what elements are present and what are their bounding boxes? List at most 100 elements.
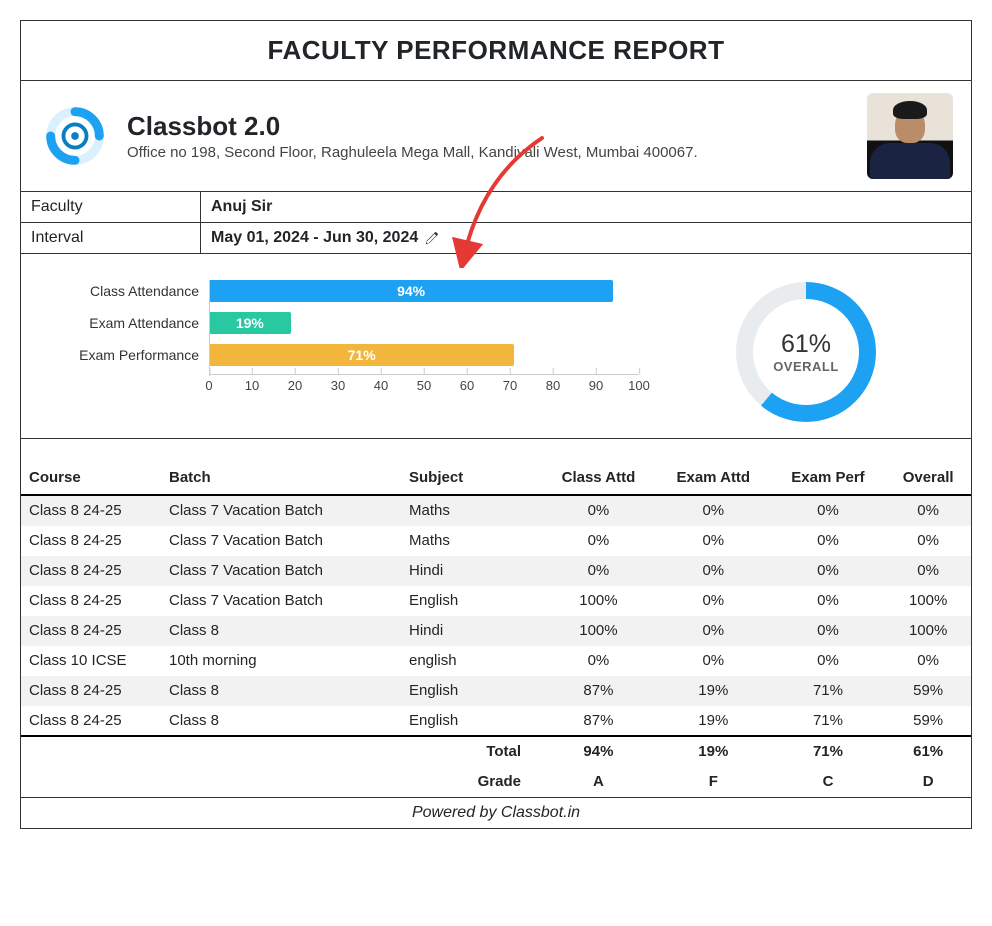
cell-class_attd: 0%	[541, 526, 656, 556]
axis-tick: 60	[460, 374, 474, 393]
cell-overall: 59%	[885, 676, 971, 706]
report-footer: Powered by Classbot.in	[21, 797, 971, 828]
faculty-avatar	[867, 93, 953, 179]
grade-exam-perf: C	[771, 767, 886, 797]
th-exam-attd: Exam Attd	[656, 439, 771, 495]
th-subject: Subject	[401, 439, 541, 495]
report-title-bar: FACULTY PERFORMANCE REPORT	[21, 21, 971, 81]
table-row: Class 8 24-25Class 7 Vacation BatchEngli…	[21, 586, 971, 616]
faculty-label: Faculty	[21, 192, 201, 222]
bar-label: Exam Performance	[29, 347, 199, 363]
grade-label: Grade	[21, 767, 541, 797]
cell-overall: 100%	[885, 586, 971, 616]
bar-value: 94%	[209, 280, 613, 302]
cell-subject: Maths	[401, 495, 541, 526]
cell-batch: Class 8	[161, 616, 401, 646]
edit-interval-icon[interactable]	[424, 231, 439, 246]
axis-tick: 50	[417, 374, 431, 393]
cell-batch: Class 7 Vacation Batch	[161, 495, 401, 526]
cell-course: Class 8 24-25	[21, 706, 161, 737]
bar-value: 19%	[209, 312, 291, 334]
bar-chart: Class Attendance94%Exam Attendance19%Exa…	[21, 278, 661, 438]
cell-class_attd: 100%	[541, 586, 656, 616]
cell-class_attd: 0%	[541, 556, 656, 586]
cell-exam_perf: 71%	[771, 706, 886, 737]
cell-overall: 59%	[885, 706, 971, 737]
interval-label: Interval	[21, 223, 201, 253]
cell-overall: 0%	[885, 556, 971, 586]
cell-exam_attd: 0%	[656, 616, 771, 646]
total-overall: 61%	[885, 736, 971, 767]
cell-batch: Class 8	[161, 706, 401, 737]
cell-course: Class 8 24-25	[21, 616, 161, 646]
bar-label: Class Attendance	[29, 283, 199, 299]
bar-row: Exam Attendance19%	[209, 310, 661, 336]
cell-overall: 0%	[885, 495, 971, 526]
axis-tick: 10	[245, 374, 259, 393]
cell-course: Class 8 24-25	[21, 556, 161, 586]
axis-tick: 30	[331, 374, 345, 393]
axis-tick: 70	[503, 374, 517, 393]
cell-subject: English	[401, 586, 541, 616]
cell-overall: 0%	[885, 526, 971, 556]
cell-subject: english	[401, 646, 541, 676]
axis-tick: 40	[374, 374, 388, 393]
cell-course: Class 10 ICSE	[21, 646, 161, 676]
th-exam-perf: Exam Perf	[771, 439, 886, 495]
cell-exam_perf: 0%	[771, 586, 886, 616]
table-row: Class 8 24-25Class 7 Vacation BatchMaths…	[21, 526, 971, 556]
cell-exam_perf: 0%	[771, 526, 886, 556]
cell-class_attd: 87%	[541, 676, 656, 706]
interval-value: May 01, 2024 - Jun 30, 2024	[211, 229, 418, 247]
total-exam-perf: 71%	[771, 736, 886, 767]
brand-logo-icon	[43, 104, 107, 168]
report-header: Classbot 2.0 Office no 198, Second Floor…	[21, 81, 971, 192]
axis-tick: 90	[589, 374, 603, 393]
metrics-section: Class Attendance94%Exam Attendance19%Exa…	[21, 254, 971, 439]
cell-subject: English	[401, 676, 541, 706]
bar-label: Exam Attendance	[29, 315, 199, 331]
table-row: Class 8 24-25Class 8English87%19%71%59%	[21, 706, 971, 737]
cell-exam_attd: 19%	[656, 706, 771, 737]
brand-address: Office no 198, Second Floor, Raghuleela …	[127, 144, 698, 161]
cell-exam_attd: 0%	[656, 646, 771, 676]
chart-x-axis: 0102030405060708090100	[209, 374, 661, 404]
th-overall: Overall	[885, 439, 971, 495]
table-row: Class 8 24-25Class 7 Vacation BatchHindi…	[21, 556, 971, 586]
report-title: FACULTY PERFORMANCE REPORT	[21, 35, 971, 66]
bar-row: Class Attendance94%	[209, 278, 661, 304]
grade-overall: D	[885, 767, 971, 797]
th-class-attd: Class Attd	[541, 439, 656, 495]
cell-exam_attd: 0%	[656, 495, 771, 526]
bar-value: 71%	[209, 344, 514, 366]
cell-subject: Hindi	[401, 616, 541, 646]
cell-exam_perf: 71%	[771, 676, 886, 706]
cell-batch: Class 7 Vacation Batch	[161, 586, 401, 616]
cell-exam_attd: 19%	[656, 676, 771, 706]
cell-batch: 10th morning	[161, 646, 401, 676]
axis-tick: 20	[288, 374, 302, 393]
total-label: Total	[21, 736, 541, 767]
th-batch: Batch	[161, 439, 401, 495]
overall-donut-chart: 61% OVERALL	[736, 282, 876, 422]
cell-course: Class 8 24-25	[21, 676, 161, 706]
table-row: Class 8 24-25Class 8English87%19%71%59%	[21, 676, 971, 706]
cell-exam_attd: 0%	[656, 556, 771, 586]
cell-course: Class 8 24-25	[21, 495, 161, 526]
cell-exam_perf: 0%	[771, 495, 886, 526]
cell-exam_attd: 0%	[656, 526, 771, 556]
performance-table: Course Batch Subject Class Attd Exam Att…	[21, 439, 971, 797]
grade-exam-attd: F	[656, 767, 771, 797]
cell-subject: Maths	[401, 526, 541, 556]
table-row: Class 8 24-25Class 7 Vacation BatchMaths…	[21, 495, 971, 526]
cell-exam_perf: 0%	[771, 616, 886, 646]
th-course: Course	[21, 439, 161, 495]
faculty-report: FACULTY PERFORMANCE REPORT Classbot 2.0 …	[20, 20, 972, 829]
cell-subject: Hindi	[401, 556, 541, 586]
donut-label: OVERALL	[773, 359, 839, 374]
cell-batch: Class 7 Vacation Batch	[161, 556, 401, 586]
cell-class_attd: 87%	[541, 706, 656, 737]
cell-batch: Class 7 Vacation Batch	[161, 526, 401, 556]
table-row: Class 10 ICSE10th morningenglish0%0%0%0%	[21, 646, 971, 676]
bar-row: Exam Performance71%	[209, 342, 661, 368]
